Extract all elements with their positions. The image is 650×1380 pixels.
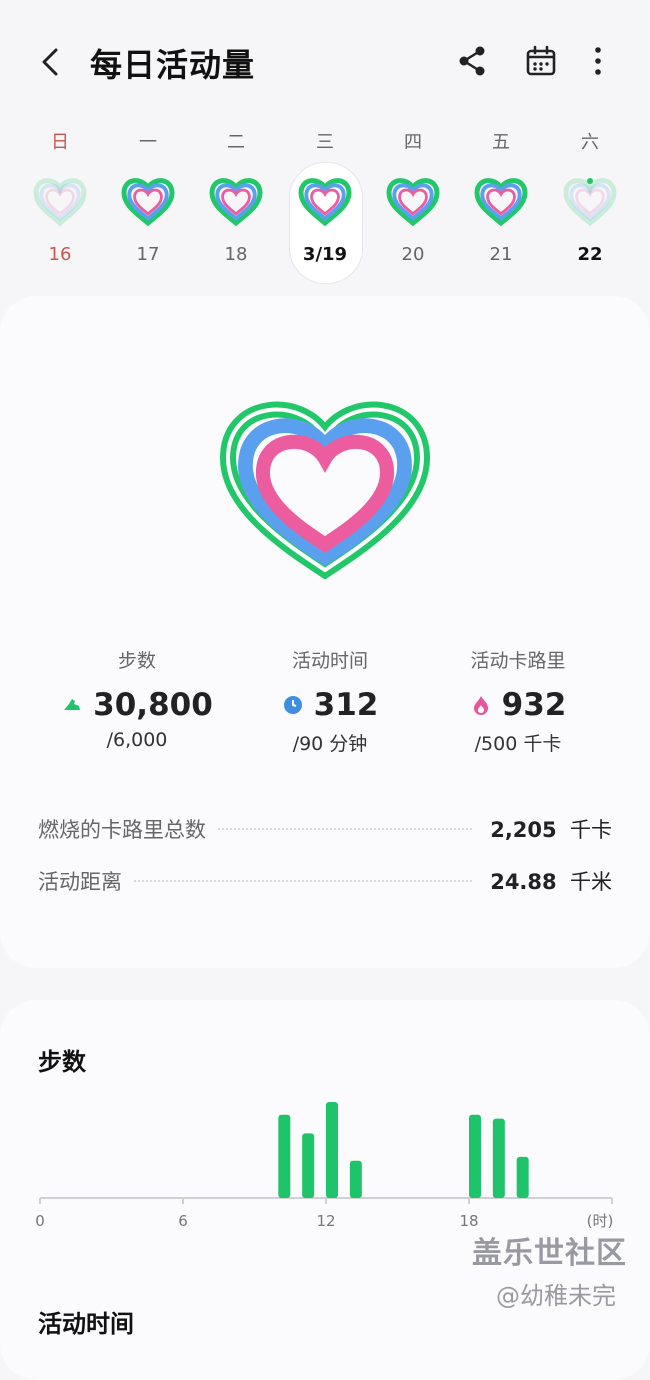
day-21[interactable]: 五 21 [465,120,537,290]
flame-icon [473,696,488,715]
back-arrow-icon[interactable] [34,44,68,80]
day-20[interactable]: 四 20 [377,120,449,290]
day-number: 17 [136,244,160,265]
chart-x-tick-label: 12 [316,1212,335,1230]
day-number: 16 [48,244,72,265]
steps-chart-card[interactable]: 步数 0 6 12 18 (时) 活动时间 [0,1000,650,1380]
total-calories-row: 燃烧的卡路里总数 2,205 千卡 [38,812,612,846]
day-18[interactable]: 二 18 [200,120,272,290]
share-icon[interactable] [456,44,488,78]
page-title: 每日活动量 [90,46,256,84]
day-number: 21 [489,244,513,265]
active-time-stat: 活动时间 312 /90 分钟 [230,646,430,756]
steps-bar [349,1160,362,1198]
active-time-section-title: 活动时间 [38,1310,134,1338]
clock-icon [283,696,302,714]
distance-row: 活动距离 24.88 千米 [38,864,612,898]
steps-bar [302,1133,315,1198]
steps-bar [326,1101,338,1198]
weekday-label: 五 [492,132,510,153]
activity-rings-heart-icon [210,388,440,584]
day-number: 20 [401,244,425,265]
day-number: 18 [224,244,248,265]
day-activity-heart-icon [386,178,440,227]
day-activity-heart-icon [33,178,87,227]
steps-value: 30,800 [93,687,213,723]
top-app-bar: 每日活动量 [0,0,650,120]
chart-x-tick-label: 6 [178,1212,188,1230]
weekday-label: 六 [581,132,599,153]
day-3/19[interactable]: 三 3/19 [289,120,363,290]
calories-value: 932 [501,687,567,723]
steps-section-title: 步数 [38,1048,86,1076]
day-17[interactable]: 一 17 [112,120,184,290]
more-vertical-icon[interactable] [588,44,608,78]
weekday-label: 三 [316,132,334,153]
day-22[interactable]: 六 22 [554,120,626,290]
total-calories-label: 燃烧的卡路里总数 [38,814,216,844]
day-number: 22 [577,244,603,265]
watermark-user: @幼稚未完 [496,1282,616,1310]
watermark-community: 盖乐世社区 [472,1236,627,1271]
distance-label: 活动距离 [38,866,132,896]
active-time-value: 312 [313,687,379,723]
calories-goal: /500 千卡 [474,733,562,755]
steps-bar [516,1156,529,1198]
steps-label: 步数 [117,650,156,672]
steps-bar [278,1114,291,1198]
weekday-label: 一 [139,132,157,153]
day-activity-heart-icon [474,178,528,227]
day-activity-heart-icon [209,178,263,227]
weekday-label: 四 [404,132,422,153]
calendar-icon[interactable] [524,44,558,78]
active-time-goal: /90 分钟 [292,733,368,755]
day-number: 3/19 [302,244,348,265]
week-day-selector: 日 16 一 17 二 18 三 3/19 四 20 五 21 六 22 [0,120,650,290]
steps-bar-chart: 0 6 12 18 (时) [35,1101,613,1230]
weekday-label: 二 [227,132,245,153]
calories-stat: 活动卡路里 932 /500 千卡 [418,646,618,756]
distance-value: 24.88 千米 [478,866,612,896]
activity-summary-card: 步数 30,800 /6,000 活动时间 312 /90 分钟 活动卡路里 9 [0,296,650,968]
calories-label: 活动卡路里 [470,650,566,672]
day-activity-heart-icon [563,178,617,227]
shoe-icon [64,699,81,710]
day-activity-heart-icon [298,178,352,227]
day-16[interactable]: 日 16 [24,120,96,290]
day-activity-heart-icon [121,178,175,227]
steps-stat: 步数 30,800 /6,000 [37,646,237,751]
weekday-label: 日 [51,132,69,153]
steps-goal: /6,000 [106,729,168,751]
steps-bar [492,1118,505,1198]
chart-x-tick-label: 0 [35,1212,45,1230]
active-time-label: 活动时间 [291,650,368,672]
steps-bar [469,1114,481,1198]
total-calories-value: 2,205 千卡 [478,814,612,844]
